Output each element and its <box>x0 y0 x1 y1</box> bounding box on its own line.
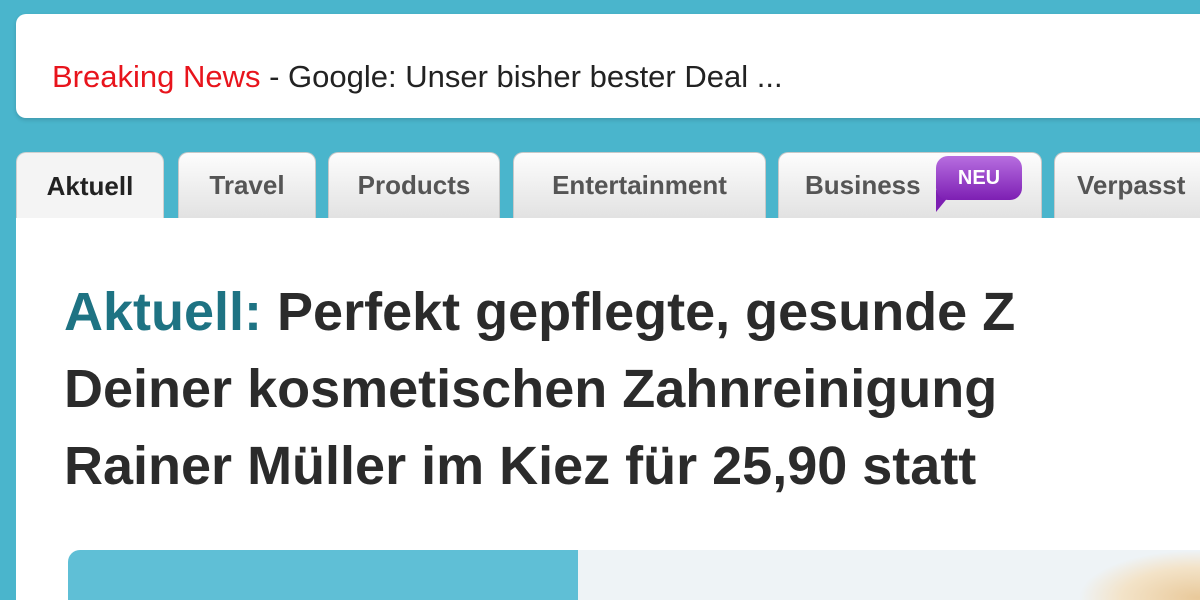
headline-line-1-text: Perfekt gepflegte, gesunde Z <box>262 282 1016 342</box>
new-badge-label: NEU <box>936 156 1022 200</box>
breaking-news-headline[interactable]: Google: Unser bisher bester Deal ... <box>288 59 783 94</box>
tab-aktuell[interactable]: Aktuell <box>16 152 164 220</box>
tab-products[interactable]: Products <box>328 152 500 218</box>
deal-image-photo <box>1078 550 1200 600</box>
breaking-news-label: Breaking News <box>52 59 261 94</box>
headline-line-2: Deiner kosmetischen Zahnreinigung <box>64 359 998 419</box>
tab-verpasst[interactable]: Verpasst <box>1054 152 1200 218</box>
breaking-news-separator: - <box>260 59 289 94</box>
tab-travel[interactable]: Travel <box>178 152 316 218</box>
main-content: Aktuell: Perfekt gepflegte, gesunde Z De… <box>16 218 1200 600</box>
headline-prefix: Aktuell: <box>64 282 263 342</box>
breaking-news-bar[interactable]: Breaking News - Google: Unser bisher bes… <box>16 14 1200 118</box>
headline-line-1: Aktuell: Perfekt gepflegte, gesunde Z <box>64 274 1015 351</box>
article-headline[interactable]: Aktuell: Perfekt gepflegte, gesunde Z De… <box>64 274 1015 505</box>
deal-image[interactable] <box>68 550 1200 600</box>
breaking-news-text[interactable]: Breaking News - Google: Unser bisher bes… <box>52 59 783 95</box>
new-badge: NEU <box>936 156 1022 212</box>
headline-line-3: Rainer Müller im Kiez für 25,90 statt <box>64 436 977 496</box>
deal-image-color-block <box>68 550 578 600</box>
tab-entertainment[interactable]: Entertainment <box>513 152 766 218</box>
